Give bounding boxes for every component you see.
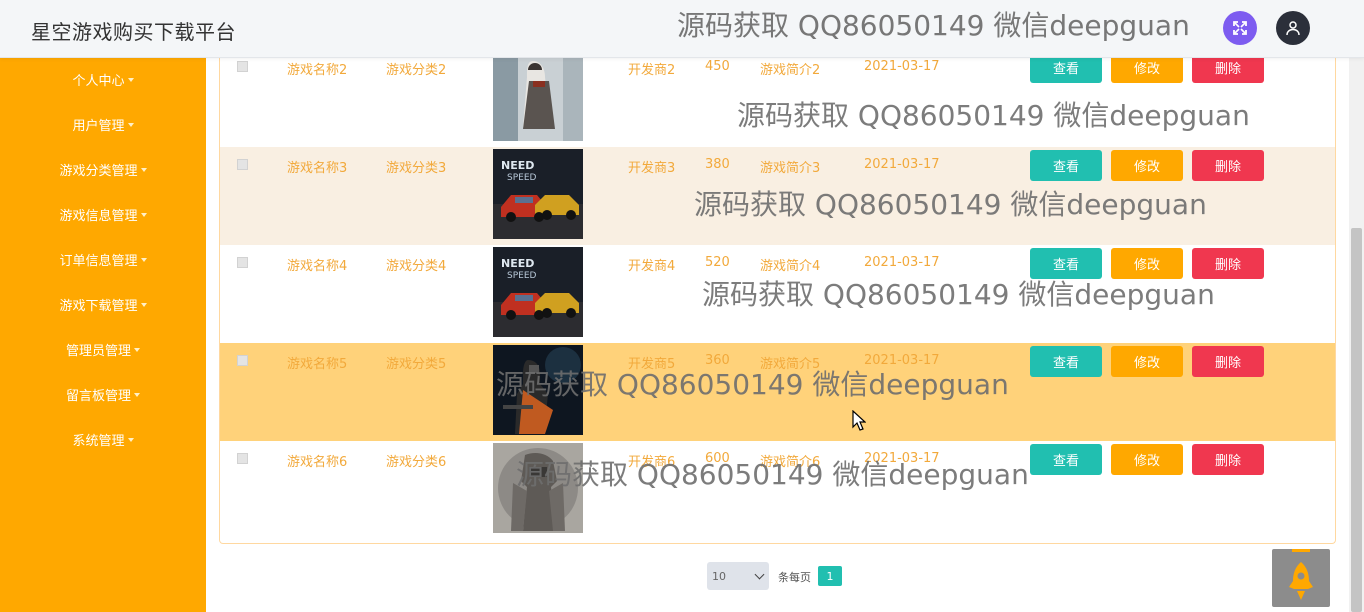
svg-text:SPEED: SPEED (507, 271, 537, 281)
sidebar-item-label: 个人中心 (72, 74, 125, 89)
caret-down-icon (127, 77, 134, 82)
caret-down-icon (134, 347, 140, 352)
cell-game-category: 游戏分类4 (386, 259, 447, 274)
rocket-icon (1289, 549, 1313, 600)
cell-game-category: 游戏分类3 (386, 161, 447, 176)
page-number-current[interactable]: 1 (818, 566, 842, 586)
per-page-label: 条每页 (778, 571, 811, 584)
delete-button[interactable]: 删除 (1192, 150, 1264, 181)
sidebar-item[interactable]: 订单信息管理 (0, 237, 206, 282)
header-watermark: 源码获取 QQ86050149 微信deepguan (677, 9, 1190, 42)
cell-intro: 游戏简介3 (760, 161, 821, 176)
cell-game-name: 游戏名称2 (287, 63, 348, 78)
cell-date: 2021-03-17 (864, 255, 940, 270)
sidebar-item[interactable]: 用户管理 (0, 102, 206, 147)
chevron-down-icon (754, 569, 765, 580)
view-button[interactable]: 查看 (1030, 346, 1102, 377)
row-checkbox[interactable] (237, 61, 248, 72)
cell-game-category: 游戏分类2 (386, 63, 447, 78)
cell-date: 2021-03-17 (864, 157, 940, 172)
sidebar: 个人中心用户管理游戏分类管理 游戏信息管理 订单信息管理 游戏下载管理 管理员管理留言板… (0, 58, 206, 612)
row-checkbox[interactable] (237, 159, 248, 170)
caret-down-icon (140, 302, 147, 307)
row-checkbox[interactable] (237, 355, 248, 366)
game-thumbnail: NEED SPEED (493, 149, 583, 239)
edit-button[interactable]: 修改 (1111, 444, 1183, 475)
cell-game-category: 游戏分类6 (386, 455, 447, 470)
cell-game-name: 游戏名称4 (287, 259, 348, 274)
caret-down-icon (140, 167, 147, 172)
sidebar-item-label: 系统管理 (72, 434, 125, 449)
cell-price: 380 (705, 157, 730, 172)
cell-price: 520 (705, 255, 730, 270)
sidebar-item[interactable]: 管理员管理 (0, 327, 206, 372)
watermark: 源码获取 QQ86050149 微信deepguan (737, 99, 1250, 132)
cell-developer: 开发商3 (628, 161, 676, 176)
view-button[interactable]: 查看 (1030, 444, 1102, 475)
caret-down-icon (140, 212, 147, 217)
top-header: 星空游戏购买下载平台 源码获取 QQ86050149 微信deepguan (0, 0, 1364, 58)
cell-game-name: 游戏名称6 (287, 455, 348, 470)
cell-intro: 游戏简介2 (760, 63, 821, 78)
page-size-select[interactable]: 10 (707, 562, 769, 590)
sidebar-item[interactable]: 系统管理 (0, 417, 206, 462)
page-size-value: 10 (712, 569, 726, 583)
user-icon (1286, 21, 1300, 36)
fullscreen-icon (1233, 21, 1247, 35)
pagination: 10 条每页 1 (206, 562, 1349, 592)
sidebar-item-label: 管理员管理 (65, 344, 131, 359)
view-button[interactable]: 查看 (1030, 150, 1102, 181)
cell-developer: 开发商4 (628, 259, 676, 274)
edit-button[interactable]: 修改 (1111, 346, 1183, 377)
sidebar-item-label: 游戏下载管理 (59, 299, 138, 314)
cell-intro: 游戏简介4 (760, 259, 821, 274)
sidebar-item[interactable]: 个人中心 (0, 57, 206, 102)
row-checkbox[interactable] (237, 453, 248, 464)
user-avatar-button[interactable] (1276, 11, 1310, 45)
caret-down-icon (140, 257, 147, 262)
cell-game-category: 游戏分类5 (386, 357, 447, 372)
sidebar-item[interactable]: 游戏信息管理 (0, 192, 206, 237)
watermark: 源码获取 QQ86050149 微信deepguan (496, 368, 1009, 401)
fullscreen-button[interactable] (1223, 11, 1257, 45)
cell-developer: 开发商2 (628, 63, 676, 78)
edit-button[interactable]: 修改 (1111, 150, 1183, 181)
sidebar-item-label: 游戏分类管理 (59, 164, 138, 179)
sidebar-item[interactable]: 留言板管理 (0, 372, 206, 417)
sidebar-item[interactable]: 游戏分类管理 (0, 147, 206, 192)
mouse-cursor-icon (852, 410, 866, 431)
cell-date: 2021-03-17 (864, 59, 940, 74)
delete-button[interactable]: 删除 (1192, 346, 1264, 377)
game-thumbnail: NEED SPEED (493, 247, 583, 337)
main-content: 游戏名称2 游戏分类2 开发商2 450 游戏简介2 2021-03-17 查看 修改 删除 游戏… (206, 49, 1349, 612)
cell-game-name: 游戏名称3 (287, 161, 348, 176)
sidebar-item-label: 订单信息管理 (59, 254, 138, 269)
sidebar-item-label: 留言板管理 (65, 389, 131, 404)
watermark: 源码获取 QQ86050149 微信deepguan (702, 278, 1215, 311)
row-checkbox[interactable] (237, 257, 248, 268)
cell-game-name: 游戏名称5 (287, 357, 348, 372)
back-to-top-button[interactable] (1272, 549, 1330, 607)
sidebar-item[interactable]: 游戏下载管理 (0, 282, 206, 327)
svg-text:NEED: NEED (501, 257, 534, 270)
caret-down-icon (127, 437, 134, 442)
svg-text:SPEED: SPEED (507, 173, 537, 183)
cell-price: 450 (705, 59, 730, 74)
sidebar-item-label: 用户管理 (72, 119, 125, 134)
scrollbar-thumb[interactable] (1351, 228, 1362, 612)
svg-text:NEED: NEED (501, 159, 534, 172)
caret-down-icon (127, 122, 134, 127)
caret-down-icon (134, 392, 140, 397)
watermark: 源码获取 QQ86050149 微信deepguan (694, 188, 1207, 221)
game-thumbnail (493, 51, 583, 141)
sidebar-item-label: 游戏信息管理 (59, 209, 138, 224)
app-title: 星空游戏购买下载平台 (31, 20, 236, 44)
watermark: 源码获取 QQ86050149 微信deepguan (516, 458, 1029, 491)
delete-button[interactable]: 删除 (1192, 444, 1264, 475)
